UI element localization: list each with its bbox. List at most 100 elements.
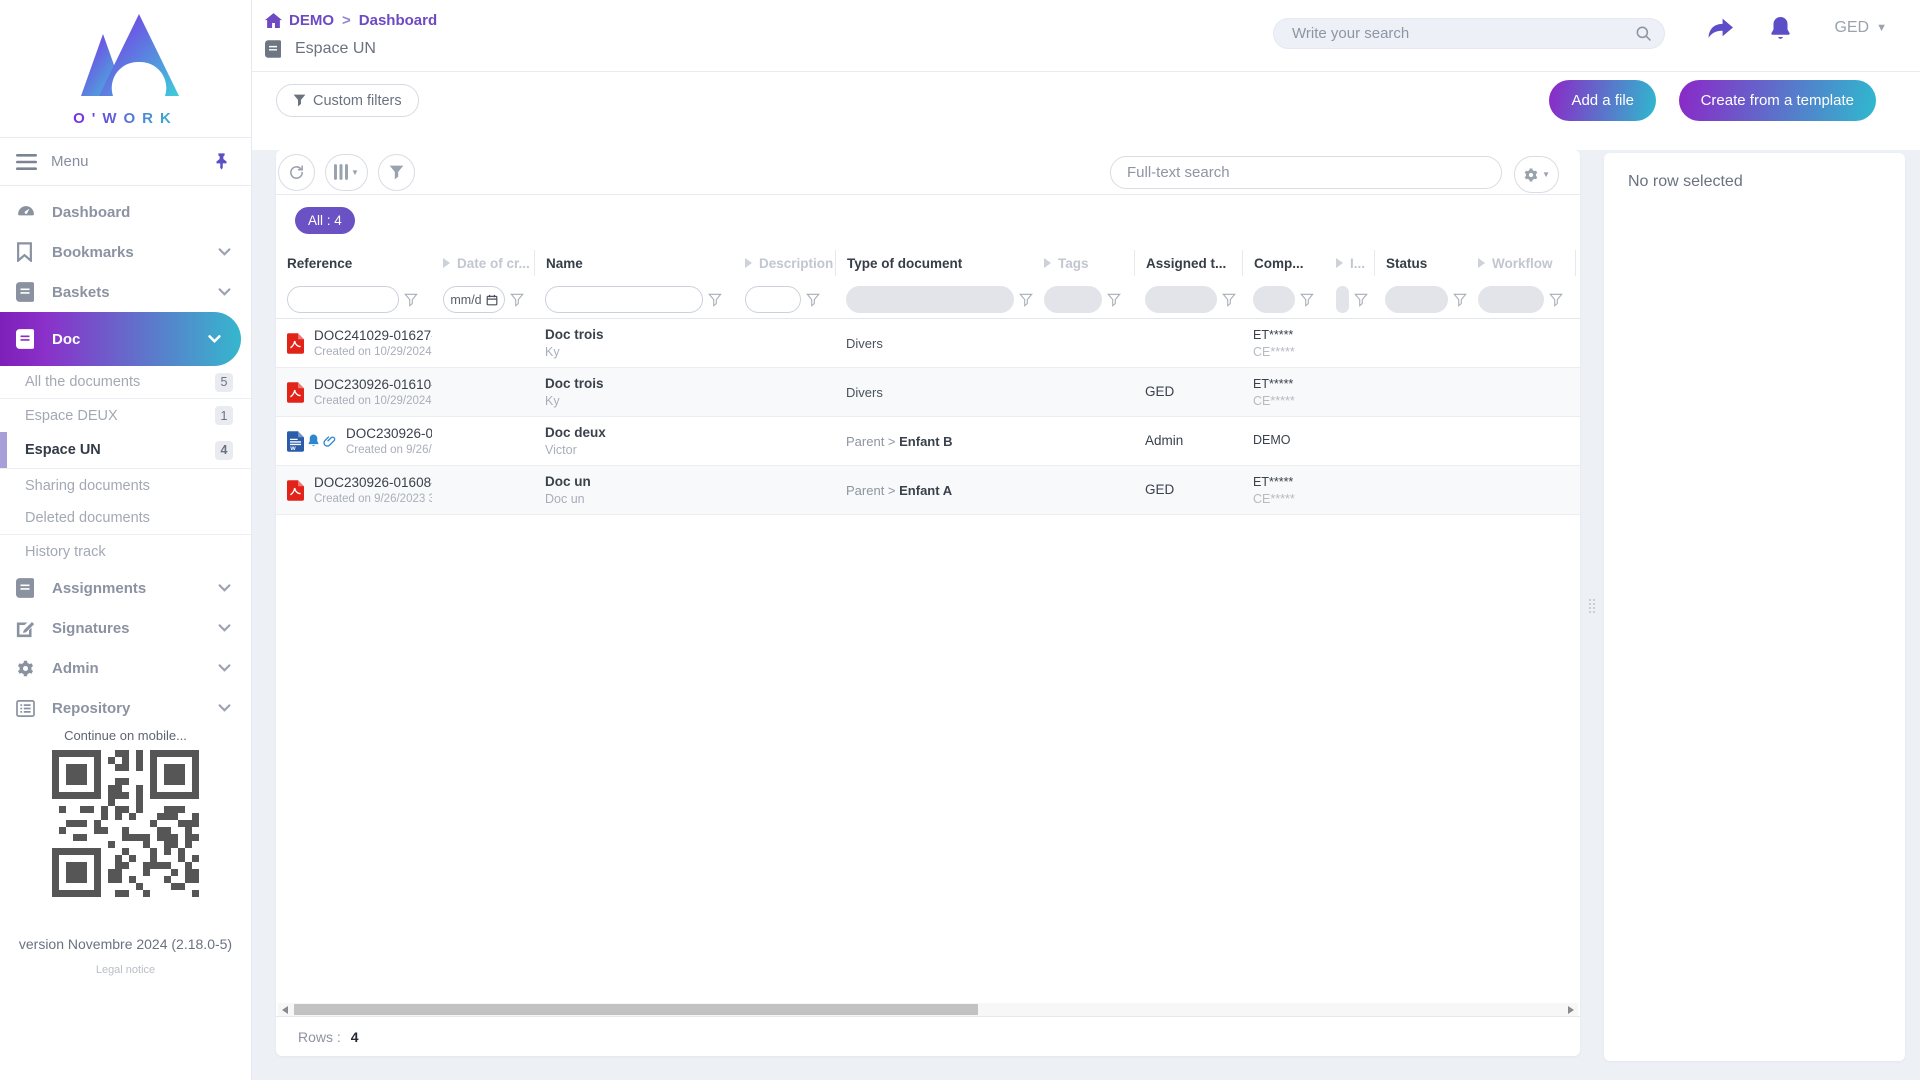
filter-reference-input[interactable] bbox=[287, 286, 399, 313]
sidebar-item-espace-deux[interactable]: Espace DEUX 1 bbox=[0, 399, 251, 432]
sidebar-item-sharing-documents[interactable]: Sharing documents bbox=[0, 469, 251, 502]
global-search-input[interactable] bbox=[1292, 25, 1635, 42]
panel-resize-handle[interactable] bbox=[1588, 592, 1596, 620]
book-icon bbox=[16, 329, 38, 349]
sub-item-label: Sharing documents bbox=[25, 477, 150, 494]
chevron-down-icon bbox=[218, 664, 231, 672]
sidebar-item-all-documents[interactable]: All the documents 5 bbox=[0, 366, 251, 399]
custom-filters-button[interactable]: Custom filters bbox=[276, 84, 419, 117]
table-row[interactable]: DOC241029-01627-0Created on 10/29/2024 1… bbox=[276, 319, 1580, 368]
paperclip-icon bbox=[323, 434, 336, 448]
refresh-button[interactable] bbox=[278, 153, 315, 191]
table: Reference Date of cr... Name Description… bbox=[276, 245, 1580, 515]
horizontal-scrollbar[interactable] bbox=[278, 1003, 1578, 1016]
filter-company-disabled bbox=[1253, 286, 1295, 313]
filter-name-input[interactable] bbox=[545, 286, 703, 313]
sidebar-item-history-track[interactable]: History track bbox=[0, 535, 251, 568]
rows-label: Rows : bbox=[298, 1028, 341, 1045]
sort-arrow-icon bbox=[443, 258, 450, 268]
funnel-icon[interactable] bbox=[404, 293, 418, 307]
scrollbar-thumb[interactable] bbox=[294, 1004, 978, 1015]
sidebar-item-repository[interactable]: Repository bbox=[0, 688, 251, 728]
column-header-y[interactable]: Y... bbox=[1575, 250, 1580, 276]
column-header-tags[interactable]: Tags bbox=[1033, 250, 1134, 276]
bell-icon[interactable] bbox=[1768, 16, 1793, 42]
calendar-icon bbox=[486, 294, 498, 306]
filter-date-input[interactable]: mm/d bbox=[443, 286, 505, 313]
sidebar-item-assignments[interactable]: Assignments bbox=[0, 568, 251, 608]
all-count-badge[interactable]: All : 4 bbox=[295, 206, 355, 234]
table-row[interactable]: DOC230926-01608-0Created on 9/26/2023 3:… bbox=[276, 466, 1580, 515]
chevron-down-icon bbox=[218, 288, 231, 296]
funnel-icon[interactable] bbox=[1453, 293, 1467, 307]
hamburger-icon[interactable] bbox=[16, 153, 37, 170]
funnel-icon[interactable] bbox=[806, 293, 820, 307]
funnel-icon[interactable] bbox=[1107, 293, 1121, 307]
grid-settings-button[interactable]: ▼ bbox=[1514, 156, 1559, 193]
sidebar-item-admin[interactable]: Admin bbox=[0, 648, 251, 688]
global-search bbox=[1273, 18, 1665, 49]
funnel-icon[interactable] bbox=[1300, 293, 1314, 307]
breadcrumb-root[interactable]: DEMO bbox=[289, 12, 334, 29]
columns-button[interactable]: ▼ bbox=[325, 153, 368, 191]
grid-footer: Rows : 4 bbox=[276, 1016, 1580, 1056]
table-row[interactable]: DOC230926-01610-3Created on 10/29/2024 1… bbox=[276, 368, 1580, 417]
sidebar-item-label: Baskets bbox=[52, 283, 110, 301]
user-menu[interactable]: GED ▼ bbox=[1834, 19, 1887, 37]
sidebar-menu-row[interactable]: Menu bbox=[0, 137, 251, 186]
funnel-icon[interactable] bbox=[1354, 293, 1368, 307]
app-logo[interactable]: O'WORK bbox=[0, 0, 251, 137]
add-file-button[interactable]: Add a file bbox=[1549, 80, 1656, 121]
fulltext-search-input[interactable] bbox=[1110, 156, 1502, 189]
scroll-right-arrow[interactable] bbox=[1568, 1006, 1574, 1014]
table-body: DOC241029-01627-0Created on 10/29/2024 1… bbox=[276, 319, 1580, 515]
funnel-icon[interactable] bbox=[1019, 293, 1033, 307]
column-header-assigned[interactable]: Assigned t... bbox=[1134, 250, 1242, 276]
sidebar-item-bookmarks[interactable]: Bookmarks bbox=[0, 232, 251, 272]
column-header-reference[interactable]: Reference bbox=[276, 250, 432, 276]
filter-button[interactable] bbox=[377, 153, 415, 191]
column-header-workflow[interactable]: Workflow bbox=[1467, 250, 1575, 276]
sidebar-item-baskets[interactable]: Baskets bbox=[0, 272, 251, 312]
legal-notice-link[interactable]: Legal notice bbox=[0, 964, 251, 976]
sidebar-item-signatures[interactable]: Signatures bbox=[0, 608, 251, 648]
filter-type-disabled bbox=[846, 286, 1014, 313]
column-header-name[interactable]: Name bbox=[534, 250, 734, 276]
top-header: DEMO > Dashboard Espace UN GED ▼ bbox=[252, 0, 1920, 72]
home-icon[interactable] bbox=[265, 13, 282, 28]
sort-arrow-icon bbox=[1044, 258, 1051, 268]
breadcrumb-current[interactable]: Dashboard bbox=[359, 12, 437, 29]
book-icon bbox=[265, 40, 281, 58]
column-header-description[interactable]: Description bbox=[734, 250, 835, 276]
sidebar-item-deleted-documents[interactable]: Deleted documents bbox=[0, 502, 251, 535]
create-from-template-button[interactable]: Create from a template bbox=[1678, 80, 1876, 121]
funnel-icon[interactable] bbox=[1222, 293, 1236, 307]
list-icon bbox=[16, 699, 38, 717]
sidebar-item-dashboard[interactable]: Dashboard bbox=[0, 192, 251, 232]
filter-description-input[interactable] bbox=[745, 286, 801, 313]
scroll-left-arrow[interactable] bbox=[282, 1006, 288, 1014]
sort-arrow-icon bbox=[1336, 258, 1343, 268]
column-header-company[interactable]: Comp... bbox=[1242, 250, 1325, 276]
column-header-type[interactable]: Type of document bbox=[835, 250, 1033, 276]
share-icon[interactable] bbox=[1707, 16, 1734, 41]
sidebar-item-label: Admin bbox=[52, 659, 99, 677]
chevron-down-icon bbox=[218, 624, 231, 632]
column-header-status[interactable]: Status bbox=[1374, 250, 1467, 276]
column-header-date[interactable]: Date of cr... bbox=[432, 250, 534, 276]
column-header-i[interactable]: I... bbox=[1325, 250, 1374, 276]
sidebar-item-doc[interactable]: Doc bbox=[0, 312, 241, 366]
funnel-icon[interactable] bbox=[708, 293, 722, 307]
funnel-icon[interactable] bbox=[1549, 293, 1563, 307]
sidebar-item-label: Dashboard bbox=[52, 203, 131, 221]
sidebar-item-espace-un[interactable]: Espace UN 4 bbox=[0, 432, 251, 469]
book-icon bbox=[16, 282, 38, 302]
search-icon[interactable] bbox=[1635, 25, 1652, 42]
table-row[interactable]: w DOC230926-01609-0Created on 9/26/2023 … bbox=[276, 417, 1580, 466]
pin-icon[interactable] bbox=[214, 153, 229, 170]
documents-grid: ▼ ▼ All : 4 Reference Date of cr... Name… bbox=[276, 150, 1580, 1056]
filter-i-disabled bbox=[1336, 286, 1349, 313]
funnel-icon[interactable] bbox=[510, 293, 524, 307]
mountain-logo-icon bbox=[67, 10, 185, 108]
sub-item-label: All the documents bbox=[25, 374, 141, 390]
